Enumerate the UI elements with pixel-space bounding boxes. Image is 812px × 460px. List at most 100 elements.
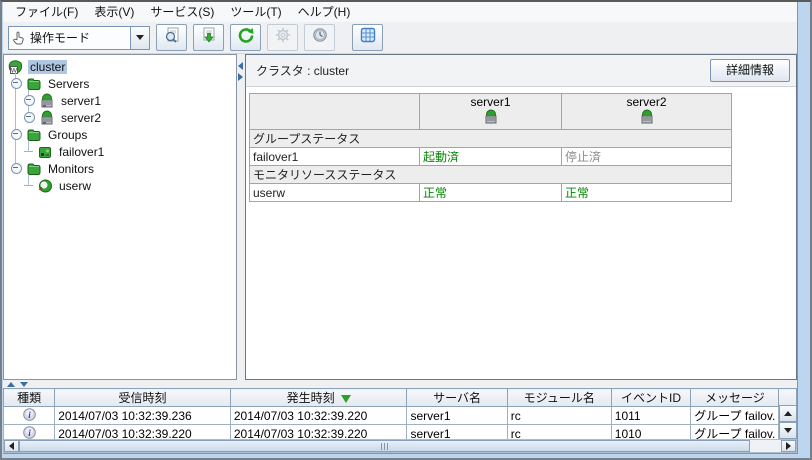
combo-dropdown-arrow[interactable] (130, 27, 149, 49)
tree-expand-toggle[interactable] (11, 78, 22, 89)
status-row-name: failover1 (250, 148, 420, 166)
tree-connector-line (28, 141, 29, 152)
scroll-left-icon (9, 442, 14, 450)
toolbar: 操作モード (3, 22, 797, 54)
event-message-cell: グループ failov. (691, 407, 779, 425)
column-header-module-name[interactable]: モジュール名 (507, 389, 611, 407)
navigation-tree-panel: W cluster Servers server1 (3, 54, 237, 380)
status-column-server1: server1 (420, 94, 562, 130)
column-header-event-id[interactable]: イベントID (611, 389, 691, 407)
collect-logs-button[interactable] (193, 24, 224, 51)
horizontal-scrollbar[interactable] (3, 439, 797, 453)
tree-expand-toggle[interactable] (24, 95, 35, 106)
tree-item-label: server1 (59, 94, 103, 108)
tree-item-label: Groups (46, 128, 89, 142)
monitor-status-section-header: モニタリソースステータス (250, 166, 732, 184)
integrated-manager-button[interactable] (352, 24, 383, 51)
settings-button[interactable] (267, 24, 298, 51)
splitter-collapse-up-icon[interactable] (7, 382, 15, 387)
reload-icon (237, 26, 255, 49)
horizontal-splitter[interactable] (3, 380, 797, 388)
group-status-section-header: グループステータス (250, 130, 732, 148)
column-header-message[interactable]: メッセージ (691, 389, 779, 407)
server-icon (483, 114, 499, 128)
status-row-failover1: failover1 起動済 停止済 (250, 148, 732, 166)
tree-item-monitors[interactable]: Monitors (4, 160, 236, 177)
tree-item-label: cluster (28, 60, 67, 74)
detail-panel: クラスタ : cluster 詳細情報 server1 server2 グループ… (245, 54, 797, 380)
column-header-server-name[interactable]: サーバ名 (407, 389, 507, 407)
info-icon: i (23, 410, 36, 424)
panel-title: クラスタ : cluster (256, 55, 349, 87)
scroll-up-icon (784, 411, 792, 416)
window-frame: ファイル(F) 表示(V) サービス(S) ツール(T) ヘルプ(H) 操作モー… (0, 0, 812, 460)
cluster-tree: W cluster Servers server1 (4, 55, 236, 379)
tree-expand-toggle[interactable] (11, 163, 22, 174)
event-log-table: 種類 受信時刻 発生時刻 サーバ名 モジュール名 イベントID メッセージ i … (3, 388, 797, 443)
column-header-received-time[interactable]: 受信時刻 (55, 389, 231, 407)
menu-tool[interactable]: ツール(T) (222, 2, 289, 22)
scroll-left-button[interactable] (4, 440, 19, 452)
vertical-splitter[interactable] (237, 54, 245, 380)
event-row-1[interactable]: i 2014/07/03 10:32:39.236 2014/07/03 10:… (4, 407, 797, 425)
detail-info-button[interactable]: 詳細情報 (710, 59, 790, 82)
status-value-cell: 起動済 (420, 148, 562, 166)
event-type-cell: i (4, 407, 55, 425)
splitter-expand-right-icon[interactable] (238, 73, 243, 81)
scroll-right-icon (786, 442, 791, 450)
event-module-cell: rc (507, 407, 611, 425)
scroll-right-button[interactable] (781, 440, 796, 452)
status-row-userw: userw 正常 正常 (250, 184, 732, 202)
splitter-expand-down-icon[interactable] (20, 382, 28, 387)
tree-item-failover1[interactable]: failover1 (4, 143, 236, 160)
tree-item-server1[interactable]: server1 (4, 92, 236, 109)
cluster-icon: W (8, 59, 24, 75)
tree-expand-toggle[interactable] (11, 129, 22, 140)
detail-panel-header: クラスタ : cluster 詳細情報 (246, 55, 796, 87)
tree-connector-line (28, 175, 29, 186)
server-column-label: server1 (423, 95, 558, 109)
event-server-cell: server1 (407, 407, 507, 425)
tree-item-userw[interactable]: userw (4, 177, 236, 194)
cluster-manager-app: ファイル(F) 表示(V) サービス(S) ツール(T) ヘルプ(H) 操作モー… (3, 2, 798, 454)
group-icon (37, 144, 53, 160)
time-info-button[interactable] (304, 24, 335, 51)
download-document-icon (200, 26, 218, 49)
horizontal-scroll-thumb[interactable] (19, 440, 750, 452)
tree-expand-toggle[interactable] (24, 112, 35, 123)
status-value-cell: 正常 (420, 184, 562, 202)
menu-bar: ファイル(F) 表示(V) サービス(S) ツール(T) ヘルプ(H) (3, 2, 798, 22)
status-corner-cell (250, 94, 420, 130)
server-column-label: server2 (565, 95, 728, 109)
reload-button[interactable] (230, 24, 261, 51)
event-occurred-cell: 2014/07/03 10:32:39.220 (230, 407, 407, 425)
status-column-server2: server2 (562, 94, 732, 130)
tree-item-cluster[interactable]: W cluster (4, 58, 236, 75)
search-document-icon (163, 26, 181, 49)
vertical-scroll-down-button[interactable] (779, 422, 797, 439)
event-id-cell: 1011 (611, 407, 691, 425)
status-row-name: userw (250, 184, 420, 202)
server-icon (39, 93, 55, 109)
menu-view[interactable]: 表示(V) (86, 2, 142, 22)
column-header-type[interactable]: 種類 (4, 389, 55, 407)
gear-icon (274, 26, 292, 49)
clock-icon (311, 26, 329, 49)
operation-mode-select[interactable]: 操作モード (8, 26, 150, 50)
tree-item-label: server2 (59, 111, 103, 125)
menu-service[interactable]: サービス(S) (142, 2, 222, 22)
vertical-scroll-up-button[interactable] (779, 405, 797, 422)
server-icon (39, 110, 55, 126)
column-header-occurred-time[interactable]: 発生時刻 (230, 389, 407, 407)
tree-item-servers[interactable]: Servers (4, 75, 236, 92)
sort-desc-icon (341, 395, 351, 403)
tree-item-groups[interactable]: Groups (4, 126, 236, 143)
menu-help[interactable]: ヘルプ(H) (290, 2, 359, 22)
tree-item-label: userw (57, 179, 93, 193)
column-header-scrollbar-filler (779, 389, 797, 407)
search-button[interactable] (156, 24, 187, 51)
scroll-down-icon (784, 428, 792, 433)
menu-file[interactable]: ファイル(F) (7, 2, 86, 22)
tree-item-server2[interactable]: server2 (4, 109, 236, 126)
splitter-collapse-left-icon[interactable] (238, 62, 243, 70)
